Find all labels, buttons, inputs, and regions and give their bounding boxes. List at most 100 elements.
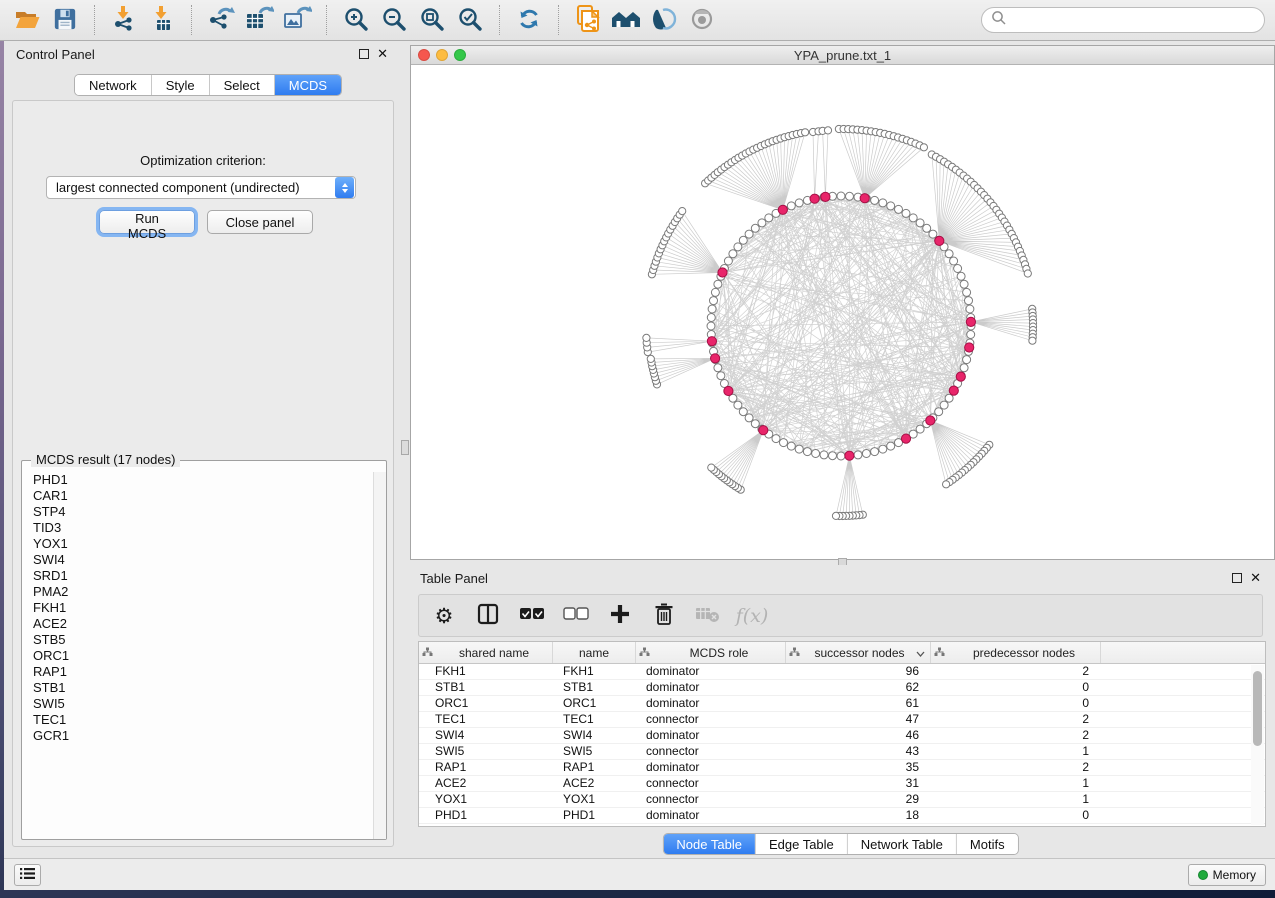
ring-node[interactable] (963, 356, 971, 364)
ring-node[interactable] (787, 442, 795, 450)
close-panel-button[interactable]: Close panel (207, 210, 313, 234)
hide-visual-properties-button[interactable] (647, 4, 681, 36)
mcds-hub-node[interactable] (711, 354, 720, 363)
tab-network[interactable]: Network (75, 75, 152, 95)
table-row[interactable]: ACE2ACE2connector311 (419, 776, 1265, 792)
show-columns-button[interactable] (473, 600, 503, 632)
mcds-hub-node[interactable] (901, 434, 910, 443)
tab-select[interactable]: Select (210, 75, 275, 95)
table-row[interactable]: FKH1FKH1dominator962 (419, 664, 1265, 680)
list-item[interactable]: STB1 (33, 680, 373, 696)
list-item[interactable]: SWI5 (33, 696, 373, 712)
ring-node[interactable] (935, 408, 943, 416)
ring-node[interactable] (724, 257, 732, 265)
ring-node[interactable] (909, 214, 917, 222)
run-mcds-button[interactable]: Run MCDS (99, 210, 195, 234)
ring-node[interactable] (745, 414, 753, 422)
delete-column-button[interactable] (649, 600, 679, 632)
table-row[interactable]: STB1STB1dominator620 (419, 680, 1265, 696)
tab-network-table[interactable]: Network Table (848, 834, 957, 854)
ring-node[interactable] (829, 452, 837, 460)
ring-node[interactable] (887, 442, 895, 450)
list-item[interactable]: ACE2 (33, 616, 373, 632)
mcds-result-scrollbar[interactable] (373, 472, 386, 839)
mcds-hub-node[interactable] (810, 194, 819, 203)
export-table-button[interactable] (242, 4, 276, 36)
ring-node[interactable] (957, 272, 965, 280)
clone-network-button[interactable] (571, 4, 605, 36)
ring-node[interactable] (714, 364, 722, 372)
create-column-button[interactable] (605, 600, 635, 632)
ring-node[interactable] (945, 394, 953, 402)
close-panel-icon[interactable]: ✕ (377, 49, 388, 59)
ring-node[interactable] (714, 280, 722, 288)
tab-mcds[interactable]: MCDS (275, 75, 341, 95)
preview-eye-button[interactable] (685, 4, 719, 36)
leaf-node[interactable] (1024, 270, 1031, 277)
zoom-in-button[interactable] (339, 4, 373, 36)
ring-node[interactable] (879, 199, 887, 207)
ring-node[interactable] (739, 408, 747, 416)
tab-node-table[interactable]: Node Table (663, 834, 756, 854)
ring-node[interactable] (751, 420, 759, 428)
ring-node[interactable] (954, 265, 962, 273)
column-header-name[interactable]: name (553, 642, 636, 663)
ring-node[interactable] (967, 331, 975, 339)
float-panel-icon[interactable] (1232, 573, 1242, 583)
ring-node[interactable] (837, 192, 845, 200)
ring-node[interactable] (846, 192, 854, 200)
leaf-node[interactable] (920, 144, 927, 151)
ring-node[interactable] (837, 452, 845, 460)
ring-node[interactable] (887, 202, 895, 210)
float-panel-icon[interactable] (359, 49, 369, 59)
mcds-hub-node[interactable] (860, 194, 869, 203)
ring-node[interactable] (929, 230, 937, 238)
ring-node[interactable] (960, 280, 968, 288)
mcds-hub-node[interactable] (965, 343, 974, 352)
ring-node[interactable] (812, 450, 820, 458)
network-overview-button[interactable] (609, 4, 643, 36)
ring-node[interactable] (803, 448, 811, 456)
ring-node[interactable] (710, 297, 718, 305)
ring-node[interactable] (787, 202, 795, 210)
ring-node[interactable] (780, 439, 788, 447)
table-row[interactable]: SWI5SWI5connector431 (419, 744, 1265, 760)
ring-node[interactable] (734, 401, 742, 409)
list-item[interactable]: SWI4 (33, 552, 373, 568)
list-item[interactable]: STB5 (33, 632, 373, 648)
mcds-hub-node[interactable] (949, 386, 958, 395)
table-row[interactable]: RAP1RAP1dominator352 (419, 760, 1265, 776)
select-all-columns-button[interactable] (517, 600, 547, 632)
export-image-button[interactable] (280, 4, 314, 36)
ring-node[interactable] (707, 314, 715, 322)
splitter-grip[interactable] (401, 440, 409, 455)
refresh-button[interactable] (512, 4, 546, 36)
list-item[interactable]: ORC1 (33, 648, 373, 664)
mcds-hub-node[interactable] (845, 451, 854, 460)
mcds-hub-node[interactable] (926, 416, 935, 425)
ring-node[interactable] (916, 425, 924, 433)
mcds-hub-node[interactable] (821, 192, 830, 201)
ring-node[interactable] (772, 435, 780, 443)
column-header-MCDS-role[interactable]: MCDS role (636, 642, 786, 663)
ring-node[interactable] (758, 219, 766, 227)
ring-node[interactable] (795, 445, 803, 453)
export-network-button[interactable] (204, 4, 238, 36)
mcds-hub-node[interactable] (724, 386, 733, 395)
zoom-out-button[interactable] (377, 4, 411, 36)
table-options-button[interactable]: ⚙ (429, 600, 459, 632)
column-header-successor-nodes[interactable]: successor nodes (786, 642, 931, 663)
list-item[interactable]: TEC1 (33, 712, 373, 728)
scrollbar-thumb[interactable] (1253, 671, 1262, 746)
mcds-hub-node[interactable] (707, 337, 716, 346)
mcds-hub-node[interactable] (956, 372, 965, 381)
ring-node[interactable] (950, 257, 958, 265)
table-row[interactable]: ORC1ORC1dominator610 (419, 696, 1265, 712)
mcds-result-list[interactable]: PHD1CAR1STP4TID3YOX1SWI4SRD1PMA2FKH1ACE2… (22, 472, 373, 839)
list-item[interactable]: GCR1 (33, 728, 373, 744)
column-header-predecessor-nodes[interactable]: predecessor nodes (931, 642, 1101, 663)
leaf-node[interactable] (708, 464, 715, 471)
import-network-button[interactable] (107, 4, 141, 36)
list-item[interactable]: PHD1 (33, 472, 373, 488)
ring-node[interactable] (745, 230, 753, 238)
